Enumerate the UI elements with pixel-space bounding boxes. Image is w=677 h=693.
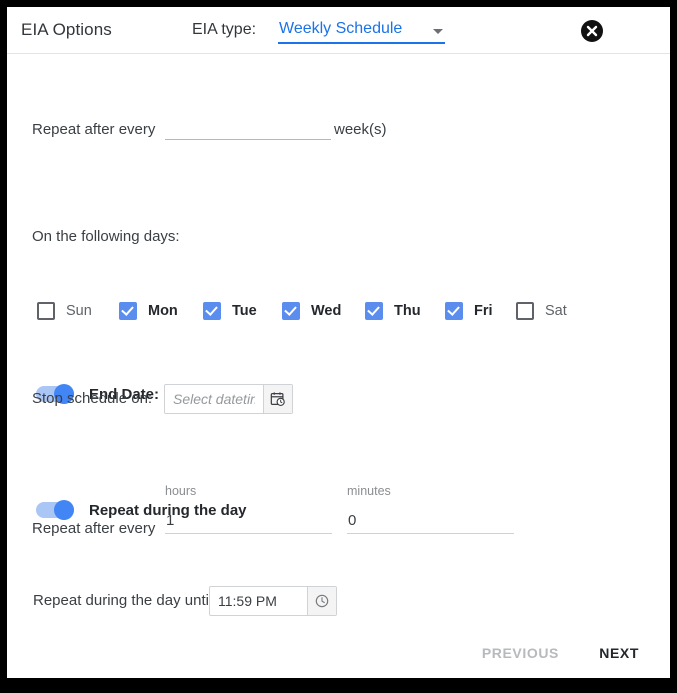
weekday-label-fri: Fri <box>474 303 493 319</box>
checkbox-fri-box <box>445 302 463 320</box>
minutes-field: minutes <box>347 484 514 534</box>
repeat-until-input[interactable] <box>210 587 307 615</box>
datetime-picker-button[interactable] <box>263 385 292 413</box>
weekday-checkbox-sat[interactable]: Sat <box>516 299 567 323</box>
weekday-label-mon: Mon <box>148 303 178 319</box>
weekday-checkbox-fri[interactable]: Fri <box>445 299 493 323</box>
chevron-down-icon <box>433 29 443 34</box>
checkbox-thu-box <box>365 302 383 320</box>
dialog-content: Repeat after every week(s) On the follow… <box>7 54 670 630</box>
checkbox-wed-box <box>282 302 300 320</box>
stop-schedule-label: Stop schedule on: <box>32 390 153 407</box>
repeat-until-row: Repeat during the day until: <box>7 584 670 618</box>
weekday-checkbox-sun[interactable]: Sun <box>37 299 92 323</box>
previous-button[interactable]: PREVIOUS <box>476 641 565 665</box>
hours-input[interactable] <box>165 508 332 534</box>
weekday-label-thu: Thu <box>394 303 421 319</box>
weekday-checkbox-wed[interactable]: Wed <box>282 299 341 323</box>
weeks-unit-label: week(s) <box>334 121 387 138</box>
stop-datetime-field[interactable] <box>164 384 293 414</box>
repeat-weeks-label: Repeat after every <box>32 121 156 138</box>
repeat-until-label: Repeat during the day until: <box>33 592 217 609</box>
repeat-weeks-row: Repeat after every week(s) <box>7 114 670 144</box>
weekday-checkbox-thu[interactable]: Thu <box>365 299 421 323</box>
weekday-label-sat: Sat <box>545 303 567 319</box>
time-picker-button[interactable] <box>307 587 336 615</box>
minutes-caption: minutes <box>347 484 391 498</box>
weekday-label-tue: Tue <box>232 303 257 319</box>
following-days-label: On the following days: <box>32 228 180 245</box>
dialog-footer: PREVIOUS NEXT <box>7 630 670 678</box>
hours-field: hours <box>165 484 332 534</box>
weekday-label-wed: Wed <box>311 303 342 319</box>
repeat-weeks-input[interactable] <box>165 116 331 140</box>
repeat-interval-label: Repeat after every <box>32 520 156 537</box>
checkbox-sat-box <box>516 302 534 320</box>
page-title: EIA Options <box>21 20 112 39</box>
checkbox-tue-box <box>203 302 221 320</box>
weekday-checkbox-mon[interactable]: Mon <box>119 299 178 323</box>
stop-schedule-row: Stop schedule on: <box>7 382 670 416</box>
weekday-checkbox-tue[interactable]: Tue <box>203 299 257 323</box>
next-button[interactable]: NEXT <box>593 641 645 665</box>
weekday-label-sun: Sun <box>66 303 92 319</box>
close-button[interactable] <box>580 19 604 43</box>
checkbox-mon-box <box>119 302 137 320</box>
clock-icon <box>315 594 329 608</box>
close-circle-icon <box>581 20 603 42</box>
eia-type-selected-value: Weekly Schedule <box>279 20 403 37</box>
repeat-until-field[interactable] <box>209 586 337 616</box>
calendar-clock-icon <box>270 392 285 406</box>
minutes-input[interactable] <box>347 508 514 534</box>
eia-type-dropdown[interactable]: Weekly Schedule <box>278 18 445 44</box>
stop-datetime-input[interactable] <box>165 385 263 413</box>
eia-type-label: EIA type: <box>192 21 257 38</box>
dialog-header: EIA Options EIA type: Weekly Schedule <box>7 7 670 54</box>
hours-caption: hours <box>165 484 197 498</box>
checkbox-sun-box <box>37 302 55 320</box>
repeat-interval-row: Repeat after every hours minutes <box>7 484 670 544</box>
eia-options-dialog: EIA Options EIA type: Weekly Schedule Re… <box>7 7 670 678</box>
